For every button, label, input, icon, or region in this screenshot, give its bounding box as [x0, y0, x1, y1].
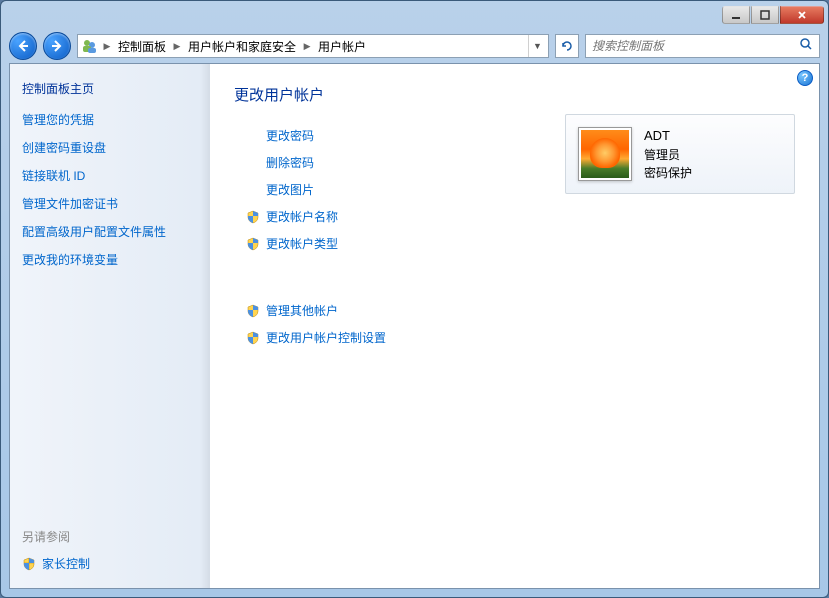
sidebar-link[interactable]: 配置高级用户配置文件属性 — [22, 223, 198, 240]
refresh-button[interactable] — [555, 34, 579, 58]
shield-icon — [246, 237, 260, 251]
account-role: 管理员 — [644, 146, 692, 164]
chevron-right-icon[interactable]: ▶ — [100, 41, 114, 52]
avatar-image — [581, 130, 629, 178]
account-info: ADT 管理员 密码保护 — [644, 126, 692, 182]
sidebar-link[interactable]: 管理您的凭据 — [22, 111, 198, 128]
breadcrumb-item[interactable]: 用户帐户 — [314, 35, 370, 57]
manage-other-accounts-link[interactable]: 管理其他帐户 — [246, 302, 795, 319]
chevron-right-icon[interactable]: ▶ — [300, 41, 314, 52]
sidebar-link[interactable]: 链接联机 ID — [22, 167, 198, 184]
address-dropdown[interactable]: ▼ — [528, 35, 546, 57]
back-button[interactable] — [9, 32, 37, 60]
nav-toolbar: ▶ 控制面板 ▶ 用户帐户和家庭安全 ▶ 用户帐户 ▼ — [1, 29, 828, 63]
search-box[interactable] — [585, 34, 820, 58]
sidebar-title: 控制面板主页 — [22, 80, 198, 97]
forward-button[interactable] — [43, 32, 71, 60]
account-name: ADT — [644, 126, 692, 146]
breadcrumb-item[interactable]: 控制面板 — [114, 35, 170, 57]
shield-icon — [246, 210, 260, 224]
change-uac-settings-link[interactable]: 更改用户帐户控制设置 — [246, 329, 795, 346]
sidebar-link[interactable]: 创建密码重设盘 — [22, 139, 198, 156]
sidebar: 控制面板主页 管理您的凭据 创建密码重设盘 链接联机 ID 管理文件加密证书 配… — [10, 64, 210, 588]
search-input[interactable] — [592, 39, 799, 53]
arrow-right-icon — [50, 39, 64, 53]
change-account-type-link[interactable]: 更改帐户类型 — [246, 235, 795, 252]
see-also-label: 另请参阅 — [22, 528, 198, 545]
close-button[interactable] — [780, 6, 824, 24]
content-body: ? 控制面板主页 管理您的凭据 创建密码重设盘 链接联机 ID 管理文件加密证书… — [9, 63, 820, 589]
minimize-button[interactable] — [722, 6, 750, 24]
arrow-left-icon — [16, 39, 30, 53]
user-accounts-icon — [80, 37, 98, 55]
shield-icon — [22, 557, 36, 571]
sidebar-link[interactable]: 管理文件加密证书 — [22, 195, 198, 212]
page-title: 更改用户帐户 — [234, 84, 795, 105]
breadcrumb-item[interactable]: 用户帐户和家庭安全 — [184, 35, 300, 57]
refresh-icon — [560, 39, 574, 53]
chevron-right-icon[interactable]: ▶ — [170, 41, 184, 52]
search-icon[interactable] — [799, 37, 813, 56]
titlebar — [1, 1, 828, 29]
main-content: 更改用户帐户 更改密码 删除密码 更改图片 更改帐户名称 更改帐户类型 管理其他… — [210, 64, 819, 588]
control-panel-window: ▶ 控制面板 ▶ 用户帐户和家庭安全 ▶ 用户帐户 ▼ ? 控制面板主页 管理您… — [0, 0, 829, 598]
maximize-button[interactable] — [751, 6, 779, 24]
shield-icon — [246, 331, 260, 345]
sidebar-link[interactable]: 更改我的环境变量 — [22, 251, 198, 268]
avatar — [578, 127, 632, 181]
change-account-name-link[interactable]: 更改帐户名称 — [246, 208, 795, 225]
account-protection: 密码保护 — [644, 164, 692, 182]
shield-icon — [246, 304, 260, 318]
address-bar[interactable]: ▶ 控制面板 ▶ 用户帐户和家庭安全 ▶ 用户帐户 ▼ — [77, 34, 549, 58]
current-account-card: ADT 管理员 密码保护 — [565, 114, 795, 194]
see-also-item: 家长控制 — [42, 555, 90, 572]
parental-controls-link[interactable]: 家长控制 — [22, 555, 198, 572]
